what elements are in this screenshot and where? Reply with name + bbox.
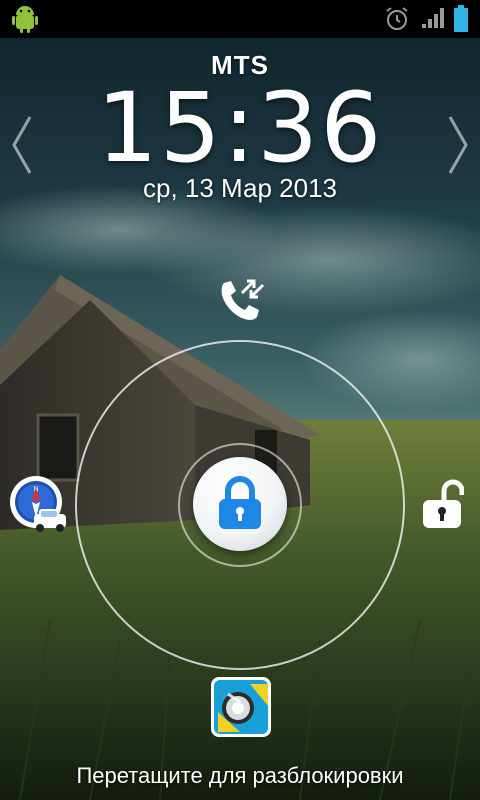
chevron-left-icon[interactable] bbox=[10, 115, 34, 180]
unlock-icon[interactable] bbox=[420, 478, 465, 535]
clock-time: 15:36 bbox=[96, 72, 384, 184]
phone-call-icon[interactable] bbox=[214, 275, 266, 332]
lock-icon bbox=[219, 476, 261, 529]
flashlight-icon[interactable] bbox=[210, 676, 272, 743]
date-label: ср, 13 Мар 2013 bbox=[143, 173, 337, 203]
alarm-clock-icon bbox=[384, 6, 410, 37]
signal-strength-icon bbox=[420, 6, 446, 35]
unlock-hint: Перетащите для разблокировки bbox=[76, 763, 404, 788]
chevron-right-icon[interactable] bbox=[446, 115, 470, 180]
android-debug-icon bbox=[12, 5, 38, 38]
lock-handle[interactable] bbox=[193, 457, 287, 551]
battery-icon bbox=[453, 5, 469, 38]
svg-text:N: N bbox=[33, 486, 38, 493]
status-bar bbox=[0, 0, 480, 38]
navigation-compass-icon[interactable]: N bbox=[8, 474, 70, 541]
